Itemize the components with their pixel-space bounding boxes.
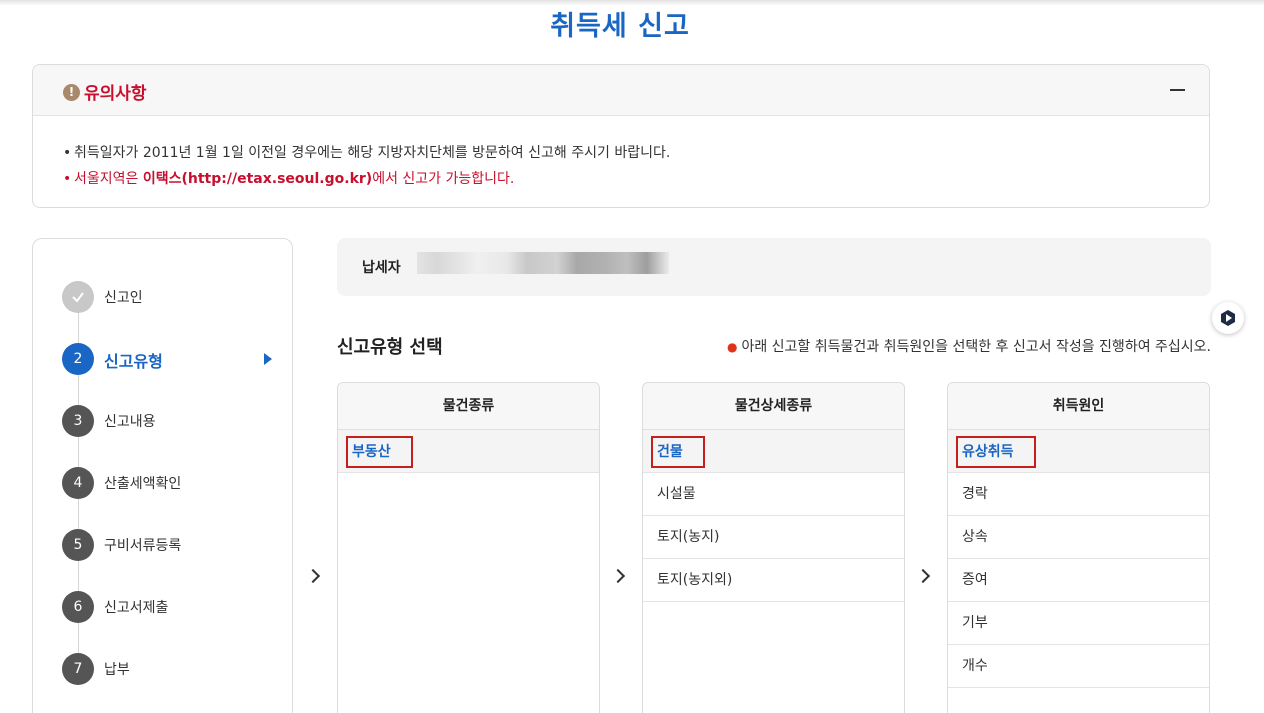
taxpayer-bar: 납세자 (337, 238, 1211, 296)
step-number: 6 (62, 591, 94, 623)
option-item[interactable]: 유상취득 (948, 430, 1209, 473)
option-label: 토지(농지외) (657, 572, 733, 588)
step-number: 7 (62, 653, 94, 685)
step-2[interactable]: 2 신고유형 (62, 343, 272, 375)
step-label: 납부 (104, 662, 130, 678)
column-header: 물건종류 (338, 383, 599, 430)
step-label: 신고내용 (104, 414, 156, 430)
step-1[interactable]: 신고인 (62, 281, 272, 313)
section-title: 신고유형 선택 (337, 337, 443, 358)
step-label: 신고인 (104, 290, 143, 306)
option-label: 경락 (962, 486, 988, 502)
option-label: 토지(농지) (657, 529, 720, 545)
option-item[interactable]: 기부 (948, 602, 1209, 645)
step-number: 5 (62, 529, 94, 561)
notice-panel: ! 유의사항 • 취득일자가 2011년 1월 1일 이전일 경우에는 해당 지방… (32, 64, 1210, 208)
option-item[interactable]: 증여 (948, 559, 1209, 602)
notice-title: 유의사항 (84, 84, 147, 104)
select-column-2: 물건상세종류건물시설물토지(농지) 토지(농지외) (642, 382, 905, 713)
step-7[interactable]: 7 납부 (62, 653, 272, 685)
section-note: ● 아래 신고할 취득물건과 취득원인을 선택한 후 신고서 작성을 진행하여 주… (727, 336, 1211, 356)
option-item[interactable]: 경락 (948, 473, 1209, 516)
etax-link[interactable]: 이택스(http://etax.seoul.go.kr) (143, 171, 372, 187)
option-item[interactable]: 부동산 (338, 430, 599, 473)
select-column-3: 취득원인유상취득경락상속증여기부개수 (947, 382, 1210, 713)
notice-header[interactable]: ! 유의사항 (33, 65, 1209, 116)
step-label: 신고유형 (104, 352, 163, 371)
option-item[interactable]: 건물 (643, 430, 904, 473)
step-number: 4 (62, 467, 94, 499)
step-number: 3 (62, 405, 94, 437)
notice-body: • 취득일자가 2011년 1월 1일 이전일 경우에는 해당 지방자치단체를 방… (33, 116, 1209, 192)
option-label: 시설물 (657, 486, 696, 502)
column-header: 취득원인 (948, 383, 1209, 430)
notice-line-2: • 서울지역은 이택스(http://etax.seoul.go.kr)에서 신고… (63, 171, 515, 187)
option-label: 유상취득 (956, 436, 1036, 468)
chevron-right-icon (918, 566, 928, 588)
option-item[interactable]: 상속 (948, 516, 1209, 559)
step-5[interactable]: 5 구비서류등록 (62, 529, 272, 561)
option-label: 증여 (962, 572, 988, 588)
taxpayer-label: 납세자 (362, 260, 401, 276)
step-6[interactable]: 6 신고서제출 (62, 591, 272, 623)
step-label: 산출세액확인 (104, 476, 182, 492)
option-label: 상속 (962, 529, 988, 545)
bullet-dot-icon: ● (726, 340, 738, 354)
page-title: 취득세 신고 (550, 11, 690, 42)
step-number: 2 (62, 343, 94, 375)
exclamation-icon: ! (63, 84, 80, 101)
step-sidebar: 신고인 2 신고유형 3 신고내용 4 산출세액확인 5 구비서류등록 6 신고서제출 7 납부 (32, 238, 293, 713)
checkmark-icon (62, 281, 94, 313)
notice-line-1: • 취득일자가 2011년 1월 1일 이전일 경우에는 해당 지방자치단체를 방… (63, 145, 671, 161)
option-label: 건물 (651, 436, 705, 468)
option-label: 부동산 (346, 436, 413, 468)
section-note-text: 아래 신고할 취득물건과 취득원인을 선택한 후 신고서 작성을 진행하여 주십… (741, 339, 1211, 355)
option-item[interactable]: 개수 (948, 645, 1209, 688)
chevron-right-icon (308, 566, 318, 588)
chevron-right-icon (613, 566, 623, 588)
collapse-minus-icon[interactable] (1170, 89, 1185, 91)
step-3[interactable]: 3 신고내용 (62, 405, 272, 437)
taxpayer-name-redacted (417, 252, 669, 274)
option-item[interactable]: 토지(농지) (643, 516, 904, 559)
step-4[interactable]: 4 산출세액확인 (62, 467, 272, 499)
option-item[interactable]: 토지(농지외) (643, 559, 904, 602)
option-label: 기부 (962, 615, 988, 631)
step-label: 구비서류등록 (104, 538, 182, 554)
notice-line-2-suffix: 에서 신고가 가능합니다. (372, 171, 515, 187)
select-column-1: 물건종류부동산 (337, 382, 600, 713)
step-label: 신고서제출 (104, 600, 169, 616)
triangle-right-icon (264, 353, 272, 365)
option-label: 개수 (962, 658, 988, 674)
option-item[interactable]: 시설물 (643, 473, 904, 516)
floating-assistant-icon[interactable] (1212, 302, 1244, 334)
notice-line-1-text: 취득일자가 2011년 1월 1일 이전일 경우에는 해당 지방자치단체를 방문… (74, 145, 671, 161)
column-header: 물건상세종류 (643, 383, 904, 430)
notice-line-2-prefix: 서울지역은 (74, 171, 143, 187)
